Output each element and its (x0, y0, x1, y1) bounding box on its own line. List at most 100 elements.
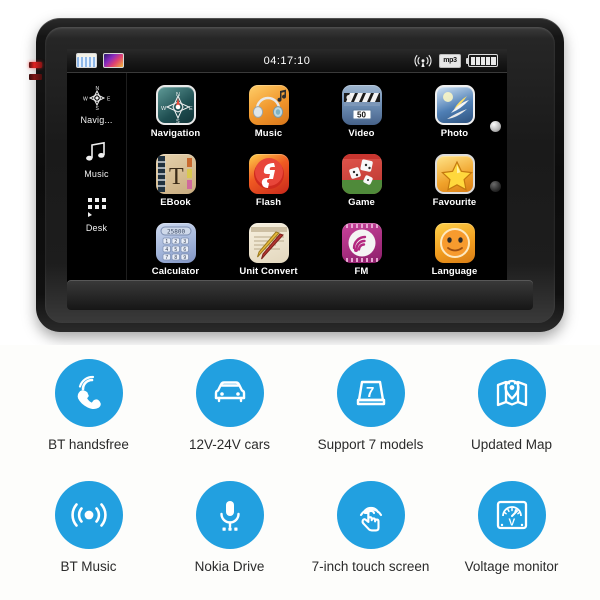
app-label: FM (354, 266, 369, 278)
app-favourite[interactable]: Favourite (408, 146, 501, 215)
app-navigation[interactable]: NS WE Navigation (129, 77, 222, 146)
device-screen: 04:17:10 mp3 N S W E Navig... Music Desk… (67, 49, 507, 287)
ebook-glyph: T (169, 164, 184, 190)
feature-label: BT handsfree (48, 437, 129, 452)
app-label: Music (254, 127, 283, 139)
seven-models-icon: 7 (336, 359, 405, 427)
svg-text:5: 5 (174, 247, 177, 253)
status-bar: 04:17:10 mp3 (67, 49, 507, 73)
app-grid: NS WE Navigation Music 50 Video Photo T … (127, 73, 507, 287)
feature-bt-music[interactable]: BT Music (18, 473, 159, 595)
dice-app-icon (341, 153, 382, 194)
gps-navigator-device: 04:17:10 mp3 N S W E Navig... Music Desk… (29, 18, 564, 332)
app-label: Photo (440, 127, 469, 139)
microphone-icon (195, 480, 264, 549)
wireless-signal-icon (414, 54, 432, 68)
calculator-app-icon: 25800 1 2 3 4 5 6 7 8 9 (155, 223, 196, 264)
svg-text:W: W (83, 97, 88, 103)
app-video[interactable]: 50 Video (315, 77, 408, 146)
broadcast-icon (54, 480, 123, 549)
app-label: EBook (160, 196, 191, 208)
app-fm[interactable]: FM (315, 216, 408, 285)
sidebar-item-label: Desk (85, 223, 108, 233)
app-label: Favourite (432, 196, 477, 208)
svg-text:V: V (508, 517, 515, 528)
fm-radio-app-icon (341, 223, 382, 264)
app-label: Flash (255, 196, 282, 208)
app-music[interactable]: Music (222, 77, 315, 146)
svg-text:1: 1 (165, 239, 168, 245)
app-unit-convert[interactable]: Unit Convert (222, 216, 315, 285)
feature-label: BT Music (60, 558, 117, 574)
feature-label: Nokia Drive (194, 558, 265, 574)
svg-text:8: 8 (174, 255, 177, 261)
compass-icon: NS WE (68, 83, 126, 113)
feature-7-inch-touch-screen[interactable]: 7-inch touch screen (300, 473, 441, 595)
smiley-app-icon (434, 223, 475, 264)
video-badge: 50 (357, 110, 366, 119)
status-clock: 04:17:10 (263, 54, 311, 67)
unit-convert-app-icon (248, 223, 289, 264)
phone-handset-icon (54, 359, 123, 427)
photo-app-icon (434, 84, 475, 125)
feature-12v-24v-cars[interactable]: 12V-24V cars (159, 351, 300, 473)
sidebar-item-label: Navig... (80, 115, 113, 125)
device-showcase: 04:17:10 mp3 N S W E Navig... Music Desk… (0, 0, 600, 345)
headphones-app-icon (248, 84, 289, 125)
feature-nokia-drive[interactable]: Nokia Drive (159, 473, 300, 595)
touch-gesture-icon (336, 480, 405, 549)
power-led-indicator (29, 62, 42, 68)
desktop-grid-icon (68, 191, 126, 221)
screen-indicator-light (490, 121, 501, 132)
sidebar-item-desk[interactable]: Desk (68, 191, 126, 233)
feature-label: 7-inch touch screen (311, 558, 430, 574)
feature-label: Updated Map (470, 437, 553, 452)
clapperboard-app-icon: 50 (341, 84, 382, 125)
svg-text:6: 6 (183, 247, 186, 253)
svg-text:4: 4 (165, 247, 168, 253)
app-calculator[interactable]: 25800 1 2 3 4 5 6 7 8 9 Calculator (129, 216, 222, 285)
compass-app-icon: NS WE (155, 84, 196, 125)
svg-text:9: 9 (183, 255, 186, 261)
app-label: Game (348, 196, 375, 208)
svg-text:E: E (107, 97, 111, 103)
app-photo[interactable]: Photo (408, 77, 501, 146)
music-note-icon (68, 137, 126, 167)
charge-led-indicator (29, 74, 42, 80)
device-bezel: 04:17:10 mp3 N S W E Navig... Music Desk… (45, 27, 555, 323)
feature-bt-handsfree[interactable]: BT handsfree (18, 351, 159, 473)
feature-voltage-monitor[interactable]: V Voltage monitor (441, 473, 582, 595)
app-label: Video (348, 127, 375, 139)
app-label: Navigation (150, 127, 201, 139)
sidebar-item-music[interactable]: Music (68, 137, 126, 179)
svg-text:7: 7 (366, 384, 374, 401)
device-bottom-lip (67, 280, 533, 310)
battery-full-icon (466, 54, 498, 67)
screen-sensor-dot (490, 181, 501, 192)
sidebar-item-label: Music (84, 169, 109, 179)
star-app-icon (434, 153, 475, 194)
svg-text:3: 3 (183, 239, 186, 245)
feature-badge-grid: BT handsfree 12V-24V cars 7 Support 7 mo… (0, 345, 600, 600)
feature-label: 12V-24V cars (188, 437, 271, 452)
screen-sidebar: NS WE Navig... Music Desk (67, 73, 127, 287)
feature-support-7-models[interactable]: 7 Support 7 models (300, 351, 441, 473)
calculator-display: 25800 (167, 229, 185, 236)
feature-label: Support 7 models (317, 437, 424, 452)
app-flash[interactable]: Flash (222, 146, 315, 215)
car-icon (195, 359, 264, 427)
app-language[interactable]: Language (408, 216, 501, 285)
app-label: Unit Convert (239, 266, 298, 278)
app-label: Language (431, 266, 478, 278)
feature-updated-map[interactable]: Updated Map (441, 351, 582, 473)
app-label: Calculator (151, 266, 200, 278)
svg-text:S: S (176, 119, 180, 125)
app-game[interactable]: Game (315, 146, 408, 215)
book-app-icon: T (155, 153, 196, 194)
feature-label: Voltage monitor (464, 558, 559, 574)
flash-app-icon (248, 153, 289, 194)
app-ebook[interactable]: T EBook (129, 146, 222, 215)
sidebar-item-navigation[interactable]: NS WE Navig... (68, 83, 126, 125)
svg-text:S: S (95, 106, 99, 111)
svg-text:7: 7 (165, 255, 168, 261)
